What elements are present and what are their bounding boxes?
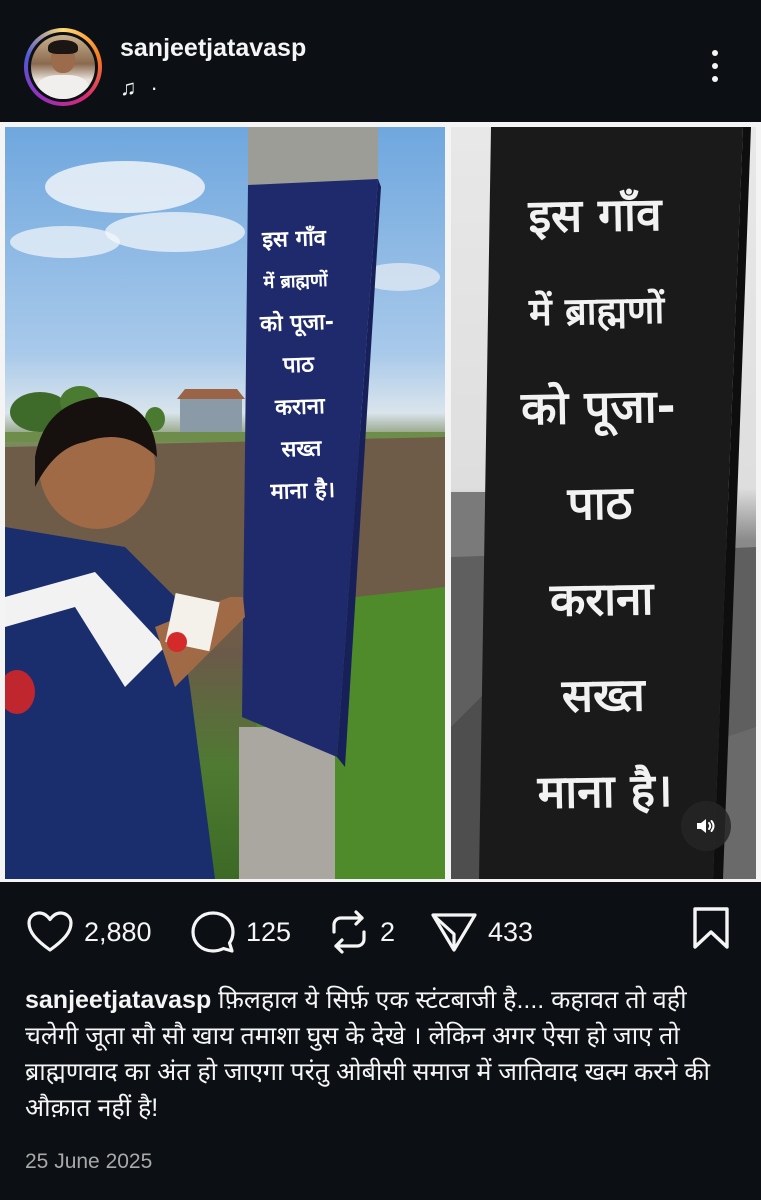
heart-icon: [27, 911, 73, 952]
sign-text-monochrome: इस गाँव में ब्राह्मणों को पूजा- पाठ करान…: [520, 186, 677, 820]
repost-icon: [332, 910, 366, 954]
like-button[interactable]: 2,880: [26, 910, 152, 954]
share-count: 433: [488, 916, 534, 947]
comment-count: 125: [246, 916, 292, 947]
comment-button[interactable]: 125: [190, 910, 291, 954]
post-header: sanjeetjatavasp ♫ ·: [0, 0, 761, 122]
more-vertical-icon: [712, 50, 718, 56]
send-icon: [431, 913, 477, 952]
comment-icon: [191, 911, 235, 953]
avatar-photo: [31, 35, 95, 99]
post-date: 25 June 2025: [25, 1150, 153, 1173]
more-options-button[interactable]: [700, 46, 730, 86]
post-caption: sanjeetjatavasp फ़िलहाल ये सिर्फ़ एक स्ट…: [25, 982, 740, 1126]
bookmark-icon: [693, 907, 729, 949]
audio-separator: ·: [150, 75, 158, 100]
sign-text-color: इस गाँव में ब्राह्मणों को पूजा- पाठ करान…: [259, 225, 336, 506]
share-button[interactable]: 433: [430, 910, 533, 954]
repost-button[interactable]: 2: [328, 910, 395, 954]
photo-color: इस गाँव में ब्राह्मणों को पूजा- पाठ करान…: [5, 127, 445, 879]
repost-count: 2: [380, 916, 396, 947]
save-button[interactable]: [690, 906, 732, 950]
caption-username[interactable]: sanjeetjatavasp: [25, 986, 211, 1014]
music-note-icon: ♫: [120, 75, 137, 100]
photo-monochrome: इस गाँव में ब्राह्मणों को पूजा- पाठ करान…: [451, 127, 756, 879]
avatar[interactable]: [24, 28, 102, 106]
speaker-icon: [697, 819, 715, 833]
photo-color-scene: [5, 127, 445, 879]
audio-info[interactable]: ♫ ·: [120, 76, 158, 100]
mute-toggle-button[interactable]: [681, 801, 731, 851]
like-count: 2,880: [84, 916, 152, 947]
post-media[interactable]: इस गाँव में ब्राह्मणों को पूजा- पाठ करान…: [0, 122, 761, 882]
post-actions: 2,880 125 2 433: [0, 900, 761, 964]
post-username[interactable]: sanjeetjatavasp: [120, 34, 306, 63]
